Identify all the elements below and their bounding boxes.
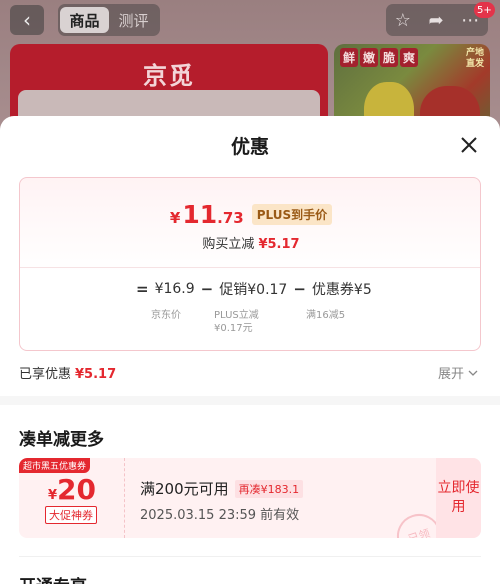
coupon-value: ¥20 [47,473,96,506]
expand-button[interactable]: 展开 [438,363,478,382]
use-now-button[interactable]: 立即使用 [436,458,481,538]
section-title-more: 凑单减更多 [19,430,104,450]
price-formula: = ¥16.9 − 促销¥0.17 − 优惠券¥5 [136,280,372,298]
formula-labels: 京东价 PLUS立减 ¥0.17元 满16减5 [151,310,346,334]
section-title-plus: 开通专享 [19,572,87,584]
chevron-down-icon [468,370,478,376]
top-actions: ☆ ➦ ⋯ [386,4,488,36]
coupon-discount: 优惠券¥5 [311,282,372,298]
close-icon[interactable] [458,134,480,156]
tab-review: 测评 [118,11,149,30]
plus-price-tag: PLUS到手价 [251,204,333,225]
brand-logo: 京觅 [143,62,195,90]
original-price: ¥16.9 [154,281,195,297]
coupon-card[interactable]: 超市黑五优惠券 ¥20 大促神券 满200元可用 再凑¥183.1 2025.0… [19,458,481,538]
enjoyed-discount: 已享优惠 ¥5.17 [19,367,117,382]
tab-bar: 商品 测评 [58,4,160,36]
message-badge: 5+ [474,2,495,18]
background-page: ‹ 商品 测评 ☆ ➦ ⋯ 5+ 京觅 鲜 嫩 脆 爽 产地 直发 [0,0,500,130]
purchase-discount: 购买立减 ¥5.17 [202,237,300,252]
discount-sheet: 优惠 ¥ 11 .73 PLUS到手价 购买立减 ¥5.17 = ¥16.9 − … [0,116,500,584]
promo-discount: 促销¥0.17 [219,282,288,298]
coupon-value-panel: 超市黑五优惠券 ¥20 大促神券 [19,458,125,538]
back-button: ‹ [10,5,44,35]
star-icon: ☆ [394,9,411,31]
share-icon: ➦ [428,9,444,31]
coupon-condition: 满200元可用 再凑¥183.1 [140,478,304,499]
coupon-flag: 超市黑五优惠券 [19,458,91,473]
coupon-validity: 2025.03.15 23:59 前有效 [140,508,300,523]
origin-label: 产地 直发 [465,48,484,69]
sheet-title: 优惠 [230,136,269,158]
final-price: ¥ 11 .73 PLUS到手价 [20,200,482,229]
add-more-tag: 再凑¥183.1 [234,479,304,498]
product-tags: 鲜 嫩 脆 爽 [340,48,419,67]
tab-product: 商品 [60,7,109,33]
coupon-type: 大促神券 [45,506,97,524]
price-breakdown: ¥ 11 .73 PLUS到手价 购买立减 ¥5.17 = ¥16.9 − 促销¥… [19,177,481,351]
